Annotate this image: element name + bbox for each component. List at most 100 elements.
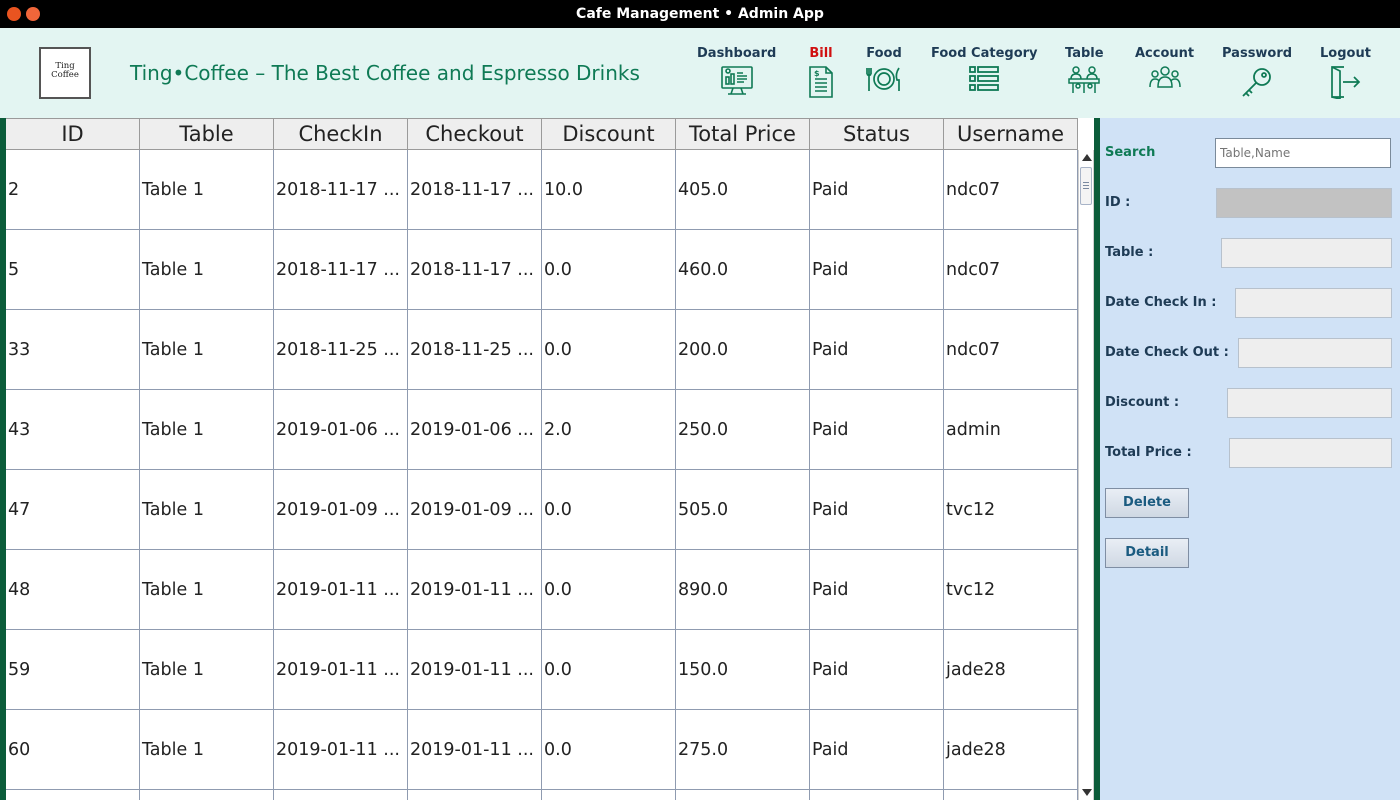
nav-password[interactable]: Password xyxy=(1222,46,1292,99)
app-header: Ting Coffee Ting•Coffee – The Best Coffe… xyxy=(0,28,1400,118)
window-titlebar: Cafe Management • Admin App xyxy=(0,0,1400,28)
discount-field[interactable] xyxy=(1227,388,1392,418)
id-field xyxy=(1216,188,1392,218)
col-header-discount[interactable]: Discount xyxy=(542,118,676,150)
scroll-down-arrow-icon[interactable] xyxy=(1082,789,1092,796)
food-icon xyxy=(866,67,900,91)
nav-account[interactable]: Account xyxy=(1135,46,1194,91)
table-row[interactable] xyxy=(6,790,1078,800)
table-field[interactable] xyxy=(1221,238,1392,268)
table-row[interactable]: 33 Table 1 2018-11-25 ... 2018-11-25 ...… xyxy=(6,310,1078,390)
table-row[interactable]: 59 Table 1 2019-01-11 ... 2019-01-11 ...… xyxy=(6,630,1078,710)
checkout-field[interactable] xyxy=(1238,338,1392,368)
scrollbar-thumb[interactable] xyxy=(1080,167,1092,205)
cell-total-price: 460.0 xyxy=(676,230,810,310)
cell-checkout: 2019-01-06 ... xyxy=(408,390,542,470)
cell-checkout: 2018-11-17 ... xyxy=(408,150,542,230)
nav-food-category-label: Food Category xyxy=(931,46,1038,61)
nav-password-label: Password xyxy=(1222,46,1293,61)
cell-checkin: 2018-11-17 ... xyxy=(274,230,408,310)
nav-food[interactable]: Food xyxy=(866,46,902,93)
cell-table: Table 1 xyxy=(140,550,274,630)
table-row[interactable]: 43 Table 1 2019-01-06 ... 2019-01-06 ...… xyxy=(6,390,1078,470)
table-cell xyxy=(676,790,810,800)
cell-checkout: 2018-11-25 ... xyxy=(408,310,542,390)
cell-total-price: 250.0 xyxy=(676,390,810,470)
cell-checkin: 2019-01-11 ... xyxy=(274,710,408,790)
svg-text:$: $ xyxy=(814,69,820,78)
checkout-label: Date Check Out : xyxy=(1105,345,1229,360)
nav-bill[interactable]: Bill $ xyxy=(808,46,834,99)
checkin-field[interactable] xyxy=(1235,288,1392,318)
table-row[interactable]: 60 Table 1 2019-01-11 ... 2019-01-11 ...… xyxy=(6,710,1078,790)
table-cell xyxy=(810,790,944,800)
cell-checkout: 2019-01-11 ... xyxy=(408,710,542,790)
cell-table: Table 1 xyxy=(140,630,274,710)
cell-checkin: 2019-01-09 ... xyxy=(274,470,408,550)
table-row[interactable]: 48 Table 1 2019-01-11 ... 2019-01-11 ...… xyxy=(6,550,1078,630)
cell-table: Table 1 xyxy=(140,470,274,550)
cell-discount: 0.0 xyxy=(542,230,676,310)
col-header-checkin[interactable]: CheckIn xyxy=(274,118,408,150)
cell-username: jade28 xyxy=(944,630,1078,710)
nav-table[interactable]: Table xyxy=(1065,46,1104,95)
col-header-table[interactable]: Table xyxy=(140,118,274,150)
id-label: ID : xyxy=(1105,195,1131,210)
account-icon xyxy=(1148,66,1181,88)
delete-button[interactable]: Delete xyxy=(1105,488,1189,518)
table-scrollbar[interactable] xyxy=(1078,150,1094,800)
cell-id: 59 xyxy=(6,630,140,710)
cell-status: Paid xyxy=(810,470,944,550)
cell-discount: 0.0 xyxy=(542,470,676,550)
cell-total-price: 405.0 xyxy=(676,150,810,230)
logout-icon xyxy=(1331,66,1361,99)
cell-id: 48 xyxy=(6,550,140,630)
cell-total-price: 200.0 xyxy=(676,310,810,390)
cell-username: tvc12 xyxy=(944,550,1078,630)
table-row[interactable]: 2 Table 1 2018-11-17 ... 2018-11-17 ... … xyxy=(6,150,1078,230)
cell-checkin: 2018-11-25 ... xyxy=(274,310,408,390)
cell-discount: 0.0 xyxy=(542,630,676,710)
scroll-up-arrow-icon[interactable] xyxy=(1082,154,1092,161)
nav-dashboard[interactable]: Dashboard xyxy=(697,46,776,97)
search-label: Search xyxy=(1105,145,1156,160)
cell-status: Paid xyxy=(810,310,944,390)
table-row[interactable]: 47 Table 1 2019-01-09 ... 2019-01-09 ...… xyxy=(6,470,1078,550)
table-row[interactable]: 5 Table 1 2018-11-17 ... 2018-11-17 ... … xyxy=(6,230,1078,310)
logo-text: Ting Coffee xyxy=(51,61,79,80)
total-price-label: Total Price : xyxy=(1105,445,1192,460)
cell-checkin: 2019-01-06 ... xyxy=(274,390,408,470)
cell-table: Table 1 xyxy=(140,390,274,470)
cell-status: Paid xyxy=(810,710,944,790)
table-cell xyxy=(6,790,140,800)
detail-button[interactable]: Detail xyxy=(1105,538,1189,568)
col-header-status[interactable]: Status xyxy=(810,118,944,150)
cell-status: Paid xyxy=(810,630,944,710)
cell-username: ndc07 xyxy=(944,310,1078,390)
nav-food-category[interactable]: Food Category xyxy=(931,46,1038,93)
col-header-checkout[interactable]: Checkout xyxy=(408,118,542,150)
nav-logout-label: Logout xyxy=(1320,46,1371,61)
col-header-id[interactable]: ID xyxy=(6,118,140,150)
table-cell xyxy=(140,790,274,800)
bill-detail-panel: Search ID : Table : Date Check In : Date… xyxy=(1100,118,1400,800)
nav-bill-label: Bill xyxy=(809,46,833,61)
cell-username: ndc07 xyxy=(944,230,1078,310)
table-header: ID Table CheckIn Checkout Discount Total… xyxy=(6,118,1078,150)
cell-username: ndc07 xyxy=(944,150,1078,230)
total-price-field[interactable] xyxy=(1229,438,1392,468)
cell-checkout: 2019-01-09 ... xyxy=(408,470,542,550)
cell-id: 43 xyxy=(6,390,140,470)
cell-discount: 0.0 xyxy=(542,710,676,790)
cell-checkout: 2019-01-11 ... xyxy=(408,630,542,710)
search-input[interactable] xyxy=(1215,138,1391,168)
cell-status: Paid xyxy=(810,390,944,470)
cell-status: Paid xyxy=(810,230,944,310)
cell-discount: 2.0 xyxy=(542,390,676,470)
table-cell xyxy=(944,790,1078,800)
col-header-total-price[interactable]: Total Price xyxy=(676,118,810,150)
table-cell xyxy=(408,790,542,800)
nav-logout[interactable]: Logout xyxy=(1320,46,1371,99)
col-header-username[interactable]: Username xyxy=(944,118,1078,150)
cell-checkout: 2019-01-11 ... xyxy=(408,550,542,630)
